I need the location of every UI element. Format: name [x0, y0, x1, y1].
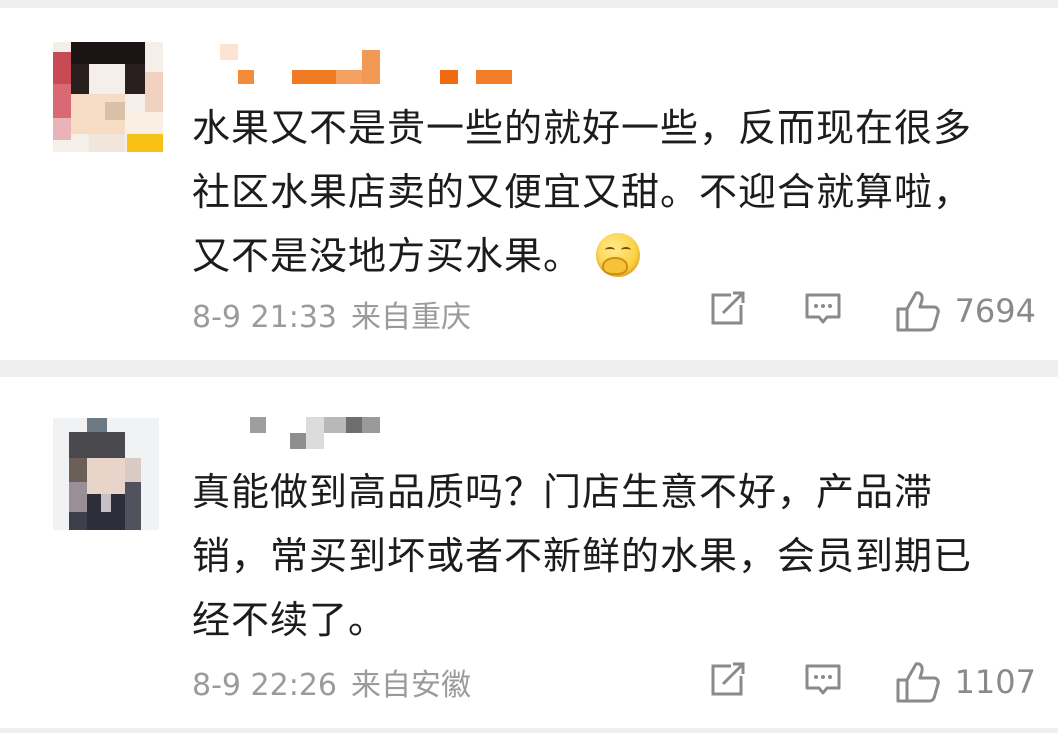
repost-button[interactable]	[707, 289, 747, 333]
comment-text-line: 又不是没地方买水果。	[192, 234, 583, 278]
repost-button[interactable]	[707, 660, 747, 704]
comment-location: 来自重庆	[351, 300, 471, 335]
comment-button[interactable]	[803, 660, 843, 704]
comment-actions: 7694	[707, 289, 1036, 333]
comment-text-line: 水果又不是贵一些的就好一些，反而现在很多	[192, 106, 973, 150]
comment-date: 8-9 22:26	[192, 668, 337, 703]
comment-text-line: 经不续了。	[192, 598, 388, 642]
comment-card: 水果又不是贵一些的就好一些，反而现在很多 社区水果店卖的又便宜又甜。不迎合就算啦，…	[0, 8, 1058, 360]
like-button[interactable]: 7694	[895, 289, 1036, 333]
username-blurred[interactable]	[250, 403, 390, 451]
like-count: 1107	[954, 663, 1036, 701]
comment-text-line: 社区水果店卖的又便宜又甜。不迎合就算啦，	[192, 170, 973, 214]
thumbs-up-icon	[896, 291, 940, 332]
comment-icon	[805, 293, 841, 324]
avatar[interactable]	[53, 418, 159, 530]
like-count: 7694	[954, 292, 1036, 330]
comment-icon	[805, 664, 841, 695]
repost-icon	[711, 291, 745, 325]
avatar[interactable]	[53, 42, 163, 152]
username-blurred[interactable]	[208, 40, 528, 88]
comment-card: 真能做到高品质吗？门店生意不好，产品滞 销，常买到坏或者不新鲜的水果，会员到期已经…	[0, 377, 1058, 728]
comment-meta: 8-9 22:26 来自安徽	[192, 660, 471, 704]
comment-meta: 8-9 21:33 来自重庆	[192, 292, 471, 336]
repost-icon	[711, 662, 745, 696]
comment-text-line: 真能做到高品质吗？门店生意不好，产品滞	[192, 470, 934, 514]
smirk-emoji-icon	[596, 233, 641, 277]
comment-text-line: 销，常买到坏或者不新鲜的水果，会员到期已	[192, 534, 973, 578]
comment-button[interactable]	[803, 289, 843, 333]
comment-location: 来自安徽	[351, 668, 471, 703]
like-button[interactable]: 1107	[895, 660, 1036, 704]
comment-text: 水果又不是贵一些的就好一些，反而现在很多 社区水果店卖的又便宜又甜。不迎合就算啦，…	[192, 96, 1018, 288]
comment-actions: 1107	[707, 660, 1036, 704]
comment-text: 真能做到高品质吗？门店生意不好，产品滞 销，常买到坏或者不新鲜的水果，会员到期已经…	[192, 460, 1018, 652]
thumbs-up-icon	[896, 662, 940, 703]
comment-date: 8-9 21:33	[192, 300, 337, 335]
